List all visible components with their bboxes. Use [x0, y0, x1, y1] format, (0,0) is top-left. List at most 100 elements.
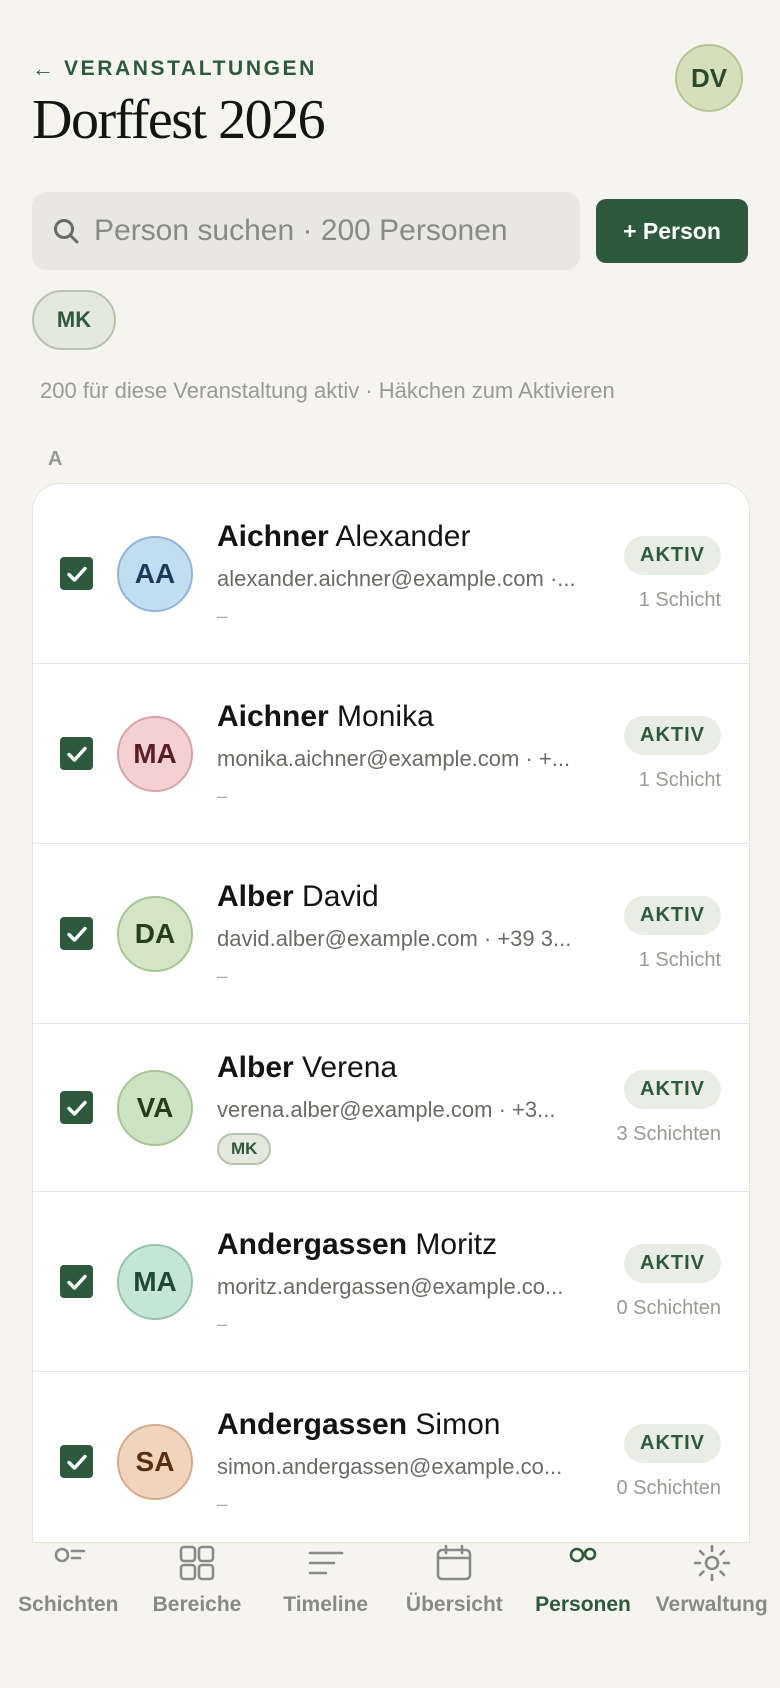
- active-checkbox[interactable]: [60, 1091, 93, 1124]
- person-name: Aichner Monika: [217, 700, 599, 734]
- person-last-name: Andergassen: [217, 1407, 408, 1441]
- section-letter: A: [48, 448, 63, 470]
- nav-item-timeline[interactable]: Timeline: [261, 1543, 390, 1688]
- nav-item-übersicht[interactable]: Übersicht: [390, 1543, 519, 1688]
- person-last-name: Aichner: [217, 519, 329, 553]
- person-avatar: DA: [117, 895, 193, 972]
- person-first-name: Moritz: [415, 1227, 498, 1261]
- nav-item-personen[interactable]: Personen: [519, 1543, 648, 1688]
- back-arrow-icon: ←: [32, 56, 54, 81]
- person-contact: david.alber@example.com · +39 3...: [217, 925, 572, 951]
- person-row[interactable]: SA Andergassen Simon simon.andergassen@e…: [33, 1372, 749, 1542]
- person-first-name: Simon: [415, 1407, 501, 1441]
- person-last-name: Alber: [217, 1050, 294, 1084]
- person-contact: monika.aichner@example.com · +...: [217, 745, 571, 771]
- person-row[interactable]: MA Andergassen Moritz moritz.andergassen…: [33, 1192, 749, 1372]
- shift-count: 1 Schicht: [638, 588, 721, 611]
- person-info: Andergassen Moritz moritz.andergassen@ex…: [217, 1228, 599, 1336]
- person-avatar: MA: [117, 1243, 193, 1320]
- shift-count: 0 Schichten: [616, 1476, 721, 1499]
- status-badge: AKTIV: [624, 535, 721, 575]
- person-row[interactable]: MA Aichner Monika monika.aichner@example…: [33, 664, 749, 844]
- person-sub: –: [217, 605, 228, 626]
- person-last-name: Alber: [217, 879, 294, 913]
- calendar-icon: [437, 1544, 472, 1581]
- people-icon: [569, 1547, 597, 1563]
- active-checkbox[interactable]: [60, 737, 93, 770]
- person-list-icon: [55, 1547, 86, 1563]
- status-badge: AKTIV: [624, 1423, 721, 1463]
- person-avatar: MA: [117, 715, 193, 792]
- search-input[interactable]: [94, 214, 580, 248]
- status-badge: AKTIV: [624, 1243, 721, 1283]
- status-column: AKTIV 1 Schicht: [624, 535, 721, 612]
- shift-count: 0 Schichten: [616, 1296, 721, 1319]
- person-first-name: Verena: [302, 1050, 398, 1084]
- person-sub: –: [217, 785, 228, 806]
- nav-label: Timeline: [283, 1593, 369, 1616]
- person-first-name: David: [302, 879, 379, 913]
- active-checkbox[interactable]: [60, 917, 93, 950]
- status-column: AKTIV 1 Schicht: [624, 715, 721, 792]
- header-divider: [40, 420, 740, 430]
- search-box[interactable]: [32, 192, 580, 270]
- person-sub: –: [217, 1313, 228, 1334]
- person-sub: –: [217, 1493, 228, 1514]
- info-text: 200 für diese Veranstaltung aktiv · Häkc…: [40, 378, 615, 403]
- person-last-name: Andergassen: [217, 1227, 408, 1261]
- nav-label: Übersicht: [405, 1593, 503, 1616]
- person-row[interactable]: AA Aichner Alexander alexander.aichner@e…: [33, 484, 749, 664]
- shift-count: 1 Schicht: [638, 948, 721, 971]
- person-contact: verena.alber@example.com · +3...: [217, 1096, 556, 1122]
- page-header: ← VERANSTALTUNGEN Dorffest 2026: [32, 56, 748, 152]
- person-row[interactable]: VA Alber Verena verena.alber@example.com…: [33, 1024, 749, 1192]
- filter-chip-mk[interactable]: MK: [32, 290, 116, 350]
- nav-label: Verwaltung: [655, 1593, 768, 1616]
- person-info: Alber David david.alber@example.com · +3…: [217, 880, 599, 988]
- grid-icon: [179, 1545, 215, 1581]
- person-first-name: Monika: [337, 699, 434, 733]
- back-link-label: VERANSTALTUNGEN: [64, 57, 317, 80]
- person-tag: MK: [217, 1132, 272, 1165]
- person-name: Andergassen Moritz: [217, 1228, 599, 1262]
- person-contact: moritz.andergassen@example.co...: [217, 1273, 564, 1299]
- person-contact: alexander.aichner@example.com ·...: [217, 565, 576, 591]
- user-avatar[interactable]: DV: [675, 44, 743, 112]
- person-avatar: SA: [117, 1423, 193, 1500]
- person-name: Alber David: [217, 880, 599, 914]
- check-icon: [65, 562, 89, 586]
- person-info: Aichner Alexander alexander.aichner@exam…: [217, 520, 599, 628]
- person-name: Andergassen Simon: [217, 1408, 599, 1442]
- person-name: Alber Verena: [217, 1051, 599, 1085]
- nav-item-bereiche[interactable]: Bereiche: [133, 1543, 262, 1688]
- page-title: Dorffest 2026: [32, 89, 326, 151]
- person-list: AA Aichner Alexander alexander.aichner@e…: [32, 483, 750, 1543]
- person-avatar: VA: [117, 1069, 193, 1146]
- gear-icon: [693, 1544, 730, 1582]
- status-badge: AKTIV: [624, 895, 721, 935]
- status-column: AKTIV 0 Schichten: [616, 1243, 721, 1320]
- check-icon: [65, 1096, 89, 1120]
- shift-count: 1 Schicht: [638, 768, 721, 791]
- person-row[interactable]: DA Alber David david.alber@example.com ·…: [33, 844, 749, 1024]
- active-checkbox[interactable]: [60, 1445, 93, 1478]
- person-info: Aichner Monika monika.aichner@example.co…: [217, 700, 599, 808]
- nav-item-schichten[interactable]: Schichten: [4, 1543, 133, 1688]
- status-column: AKTIV 3 Schichten: [616, 1069, 721, 1146]
- check-icon: [65, 1270, 89, 1294]
- active-checkbox[interactable]: [60, 557, 93, 590]
- person-contact: simon.andergassen@example.co...: [217, 1453, 563, 1479]
- person-first-name: Alexander: [335, 519, 471, 553]
- nav-item-verwaltung[interactable]: Verwaltung: [647, 1543, 776, 1688]
- status-column: AKTIV 0 Schichten: [616, 1423, 721, 1500]
- nav-label: Personen: [535, 1593, 631, 1616]
- search-row: + Person: [32, 192, 748, 270]
- person-info: Alber Verena verena.alber@example.com · …: [217, 1051, 599, 1165]
- add-person-button[interactable]: + Person: [596, 199, 748, 263]
- active-checkbox[interactable]: [60, 1265, 93, 1298]
- person-avatar: AA: [117, 535, 193, 612]
- person-name: Aichner Alexander: [217, 520, 599, 554]
- nav-label: Schichten: [18, 1593, 119, 1616]
- check-icon: [65, 922, 89, 946]
- back-link[interactable]: ← VERANSTALTUNGEN: [32, 56, 748, 82]
